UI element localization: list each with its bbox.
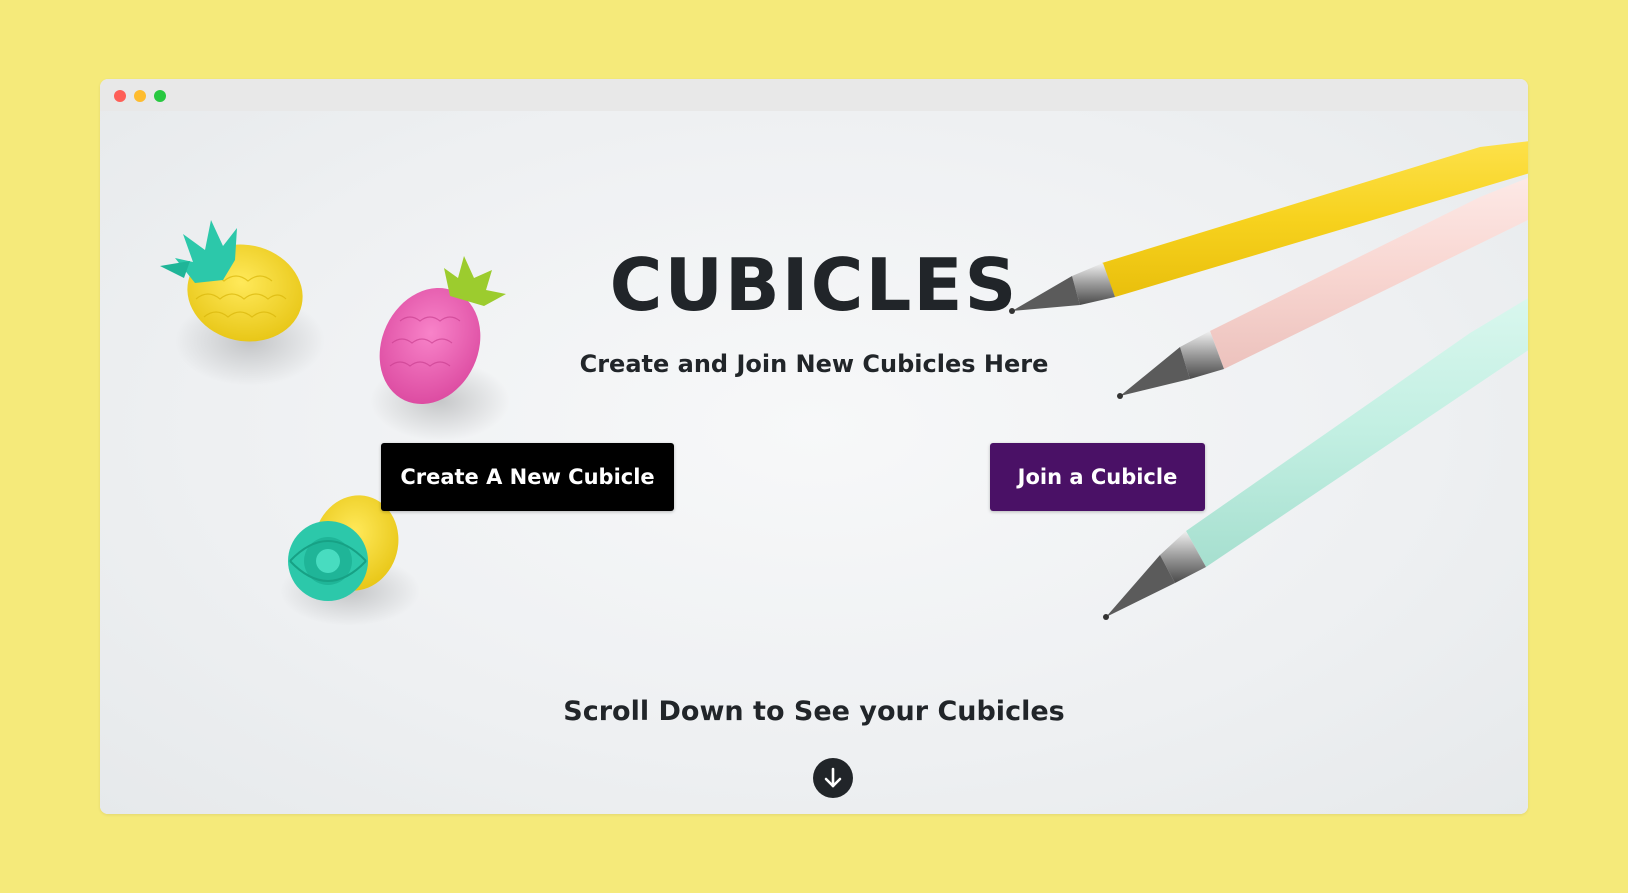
create-cubicle-button[interactable]: Create A New Cubicle [381, 443, 674, 511]
page-title: CUBICLES [609, 243, 1019, 327]
window-titlebar [100, 79, 1528, 111]
maximize-window-dot[interactable] [154, 90, 166, 102]
page-subtitle: Create and Join New Cubicles Here [579, 350, 1049, 378]
minimize-window-dot[interactable] [134, 90, 146, 102]
join-cubicle-button[interactable]: Join a Cubicle [990, 443, 1205, 511]
scroll-down-button[interactable] [813, 758, 853, 798]
scroll-hint-text: Scroll Down to See your Cubicles [563, 696, 1065, 727]
close-window-dot[interactable] [114, 90, 126, 102]
arrow-down-circle-icon [824, 767, 842, 788]
browser-window: CUBICLES Create and Join New Cubicles He… [100, 79, 1528, 814]
hero-section: CUBICLES Create and Join New Cubicles He… [100, 111, 1528, 814]
